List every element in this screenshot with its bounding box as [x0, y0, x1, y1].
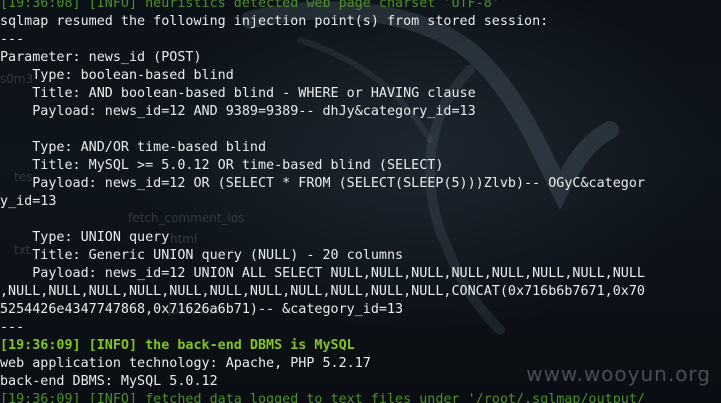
output-line: sqlmap resumed the following injection p…	[0, 14, 549, 29]
injection-payload-line: Payload: news_id=12 UNION ALL SELECT NUL…	[0, 266, 645, 281]
injection-payload-line: Payload: news_id=12 AND 9389=9389-- dhJy…	[0, 104, 476, 119]
separator-line: ---	[0, 320, 25, 335]
output-line: web application technology: Apache, PHP …	[0, 356, 371, 371]
terminal-window[interactable]: fetch_comment_ios html joke.html tes txt…	[0, 0, 721, 403]
injection-payload-line: ,NULL,NULL,NULL,NULL,NULL,NULL,NULL,NULL…	[0, 284, 645, 299]
parameter-line: Parameter: news_id (POST)	[0, 50, 202, 65]
separator-line: ---	[0, 32, 25, 47]
terminal-output[interactable]: [19:36:08] [INFO] heuristics detected we…	[0, 0, 721, 403]
injection-title-line: Title: AND boolean-based blind - WHERE o…	[0, 86, 476, 101]
log-line-info: [19:36:08] [INFO] heuristics detected we…	[0, 0, 500, 11]
injection-payload-line: Payload: news_id=12 OR (SELECT * FROM (S…	[0, 176, 645, 191]
injection-type-line: Type: AND/OR time-based blind	[0, 140, 267, 155]
injection-type-line: Type: boolean-based blind	[0, 68, 234, 83]
log-line-info: [19:36:09] [INFO] fetched data logged to…	[0, 392, 645, 403]
injection-title-line: Title: Generic UNION query (NULL) - 20 c…	[0, 248, 404, 263]
injection-payload-line: 5254426e4347747868,0x71626a6b71)-- &cate…	[0, 302, 404, 317]
injection-payload-line: y_id=13	[0, 194, 57, 209]
log-line-info: [19:36:09] [INFO] the back-end DBMS is M…	[0, 338, 355, 353]
output-line: back-end DBMS: MySQL 5.0.12	[0, 374, 218, 389]
injection-title-line: Title: MySQL >= 5.0.12 OR time-based bli…	[0, 158, 444, 173]
injection-type-line: Type: UNION query	[0, 230, 170, 245]
